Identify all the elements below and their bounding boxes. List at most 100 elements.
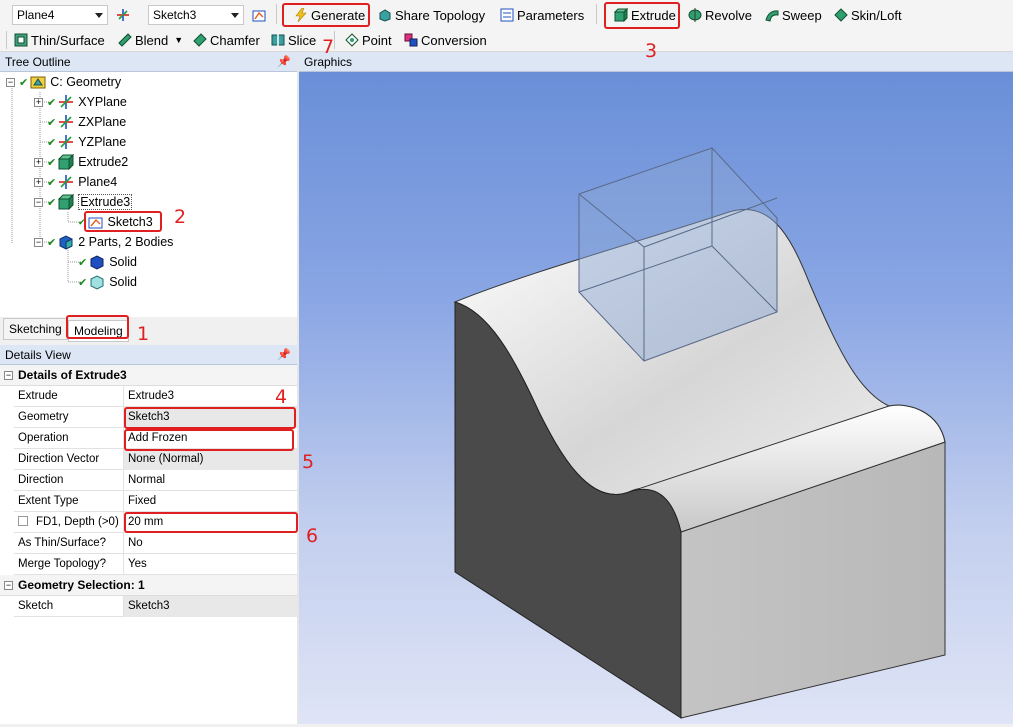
highlight-sketch3: [84, 211, 162, 232]
extrude-icon: [58, 194, 75, 210]
tree-item-xyplane[interactable]: + ✔ XYPlane: [34, 92, 127, 112]
detail-label: Extrude: [14, 386, 124, 407]
check-icon: ✔: [47, 116, 57, 129]
blend-button[interactable]: Blend ▼: [118, 30, 183, 50]
details-section-header[interactable]: − Details of Extrude3: [0, 365, 297, 386]
extrude-icon: [58, 154, 75, 170]
pin-icon[interactable]: 📌: [277, 55, 291, 68]
details-section-header[interactable]: − Geometry Selection: 1: [0, 575, 297, 596]
detail-row-merge-topology[interactable]: Merge Topology? Yes: [14, 554, 297, 575]
annotation-5: 5: [302, 451, 315, 473]
thin-surface-button[interactable]: Thin/Surface: [14, 30, 105, 50]
tree-item-label: YZPlane: [78, 135, 127, 149]
tree-item-solid-1[interactable]: ✔ Solid: [78, 252, 137, 272]
detail-label: Direction: [14, 470, 124, 491]
tree-item-label: C: Geometry: [50, 75, 122, 89]
highlight-geometry: [124, 407, 296, 429]
detail-row-direction-vector[interactable]: Direction Vector None (Normal): [14, 449, 297, 470]
collapse-toggle[interactable]: −: [4, 371, 13, 380]
tab-sketching[interactable]: Sketching: [3, 318, 68, 340]
annotation-1: 1: [137, 323, 150, 345]
sweep-icon: [765, 10, 779, 22]
collapse-toggle[interactable]: −: [34, 237, 43, 247]
check-icon: ✔: [47, 136, 57, 149]
expand-toggle[interactable]: +: [34, 177, 43, 187]
check-icon: ✔: [47, 96, 57, 109]
plane-axis-icon: [59, 115, 74, 129]
detail-value[interactable]: Normal: [124, 470, 297, 491]
solid-body-frozen-icon: [90, 275, 104, 290]
detail-value[interactable]: No: [124, 533, 297, 554]
plane-axis-icon: [59, 95, 74, 109]
parameters-icon: [500, 8, 514, 22]
tree-item-extrude3[interactable]: − ✔ Extrude3: [34, 192, 133, 212]
sweep-button[interactable]: Sweep: [765, 5, 822, 25]
detail-value[interactable]: None (Normal): [124, 449, 297, 470]
collapse-toggle[interactable]: −: [6, 77, 15, 87]
detail-label: Extent Type: [14, 491, 124, 512]
plane-select[interactable]: Plane4: [12, 5, 108, 25]
expand-toggle[interactable]: +: [34, 157, 43, 167]
annotation-3: 3: [645, 40, 658, 62]
detail-value[interactable]: Sketch3: [124, 596, 297, 617]
check-icon: ✔: [19, 76, 29, 89]
tree-item-geometry[interactable]: − ✔ C: Geometry: [6, 72, 121, 92]
annotation-2: 2: [174, 206, 187, 228]
sketch-icon: [252, 10, 266, 22]
tree-item-solid-2[interactable]: ✔ Solid: [78, 272, 137, 292]
revolve-button[interactable]: Revolve: [688, 5, 752, 25]
slice-icon: [271, 34, 285, 46]
detail-label: Sketch: [14, 596, 124, 617]
collapse-toggle[interactable]: −: [4, 581, 13, 590]
highlight-generate: [282, 3, 370, 27]
tree-item-yzplane[interactable]: ✔ YZPlane: [47, 132, 126, 152]
tree-item-extrude2[interactable]: + ✔ Extrude2: [34, 152, 128, 172]
point-button[interactable]: Point: [345, 30, 392, 50]
detail-row-thin-surface[interactable]: As Thin/Surface? No: [14, 533, 297, 554]
tree-item-label: Solid: [109, 255, 138, 269]
pin-icon[interactable]: 📌: [277, 348, 291, 361]
collapse-toggle[interactable]: −: [34, 197, 43, 207]
skin-loft-button[interactable]: Skin/Loft: [834, 5, 902, 25]
graphics-viewport[interactable]: [299, 72, 1013, 724]
chamfer-button[interactable]: Chamfer: [193, 30, 260, 50]
detail-value[interactable]: Fixed: [124, 491, 297, 512]
model-view: [453, 147, 946, 719]
new-sketch-button[interactable]: [252, 5, 266, 25]
expand-toggle[interactable]: +: [34, 97, 43, 107]
tree-item-label: Extrude3: [78, 194, 133, 210]
plane-axis-icon: [59, 135, 74, 149]
tree-item-zxplane[interactable]: ✔ ZXPlane: [47, 112, 126, 132]
parameter-checkbox[interactable]: [18, 516, 28, 526]
slice-button[interactable]: Slice: [271, 30, 316, 50]
skin-loft-icon: [834, 8, 848, 22]
new-plane-button[interactable]: [116, 5, 130, 25]
plane-axis-icon: [59, 175, 74, 189]
conversion-button[interactable]: Conversion: [404, 30, 487, 50]
share-topology-button[interactable]: Share Topology: [378, 5, 485, 25]
detail-label: Operation: [14, 428, 124, 449]
tree-item-plane4[interactable]: + ✔ Plane4: [34, 172, 117, 192]
axis-icon: [117, 9, 129, 21]
highlight-operation: [124, 429, 294, 451]
chevron-down-icon[interactable]: ▼: [174, 35, 183, 45]
detail-row-direction[interactable]: Direction Normal: [14, 470, 297, 491]
chamfer-icon: [193, 33, 207, 47]
check-icon: ✔: [47, 196, 57, 209]
details-view-header: Details View 📌: [0, 345, 297, 365]
detail-value[interactable]: Extrude3: [124, 386, 297, 407]
detail-value[interactable]: Yes: [124, 554, 297, 575]
parameters-button[interactable]: Parameters: [500, 5, 584, 25]
tree-item-parts-bodies[interactable]: − ✔ 2 Parts, 2 Bodies: [34, 232, 173, 252]
tree-outline-title: Tree Outline: [5, 55, 71, 69]
detail-row-extent-type[interactable]: Extent Type Fixed: [14, 491, 297, 512]
details-view-title: Details View: [5, 348, 71, 362]
detail-row-sketch[interactable]: Sketch Sketch3: [14, 596, 297, 617]
geometry-icon: [30, 76, 46, 89]
tree-item-label: Solid: [109, 275, 138, 289]
check-icon: ✔: [47, 236, 57, 249]
detail-row-extrude[interactable]: Extrude Extrude3: [14, 386, 297, 407]
share-topology-icon: [379, 9, 391, 22]
tree-outline-header: Tree Outline 📌: [0, 52, 297, 72]
sketch-select[interactable]: Sketch3: [148, 5, 244, 25]
